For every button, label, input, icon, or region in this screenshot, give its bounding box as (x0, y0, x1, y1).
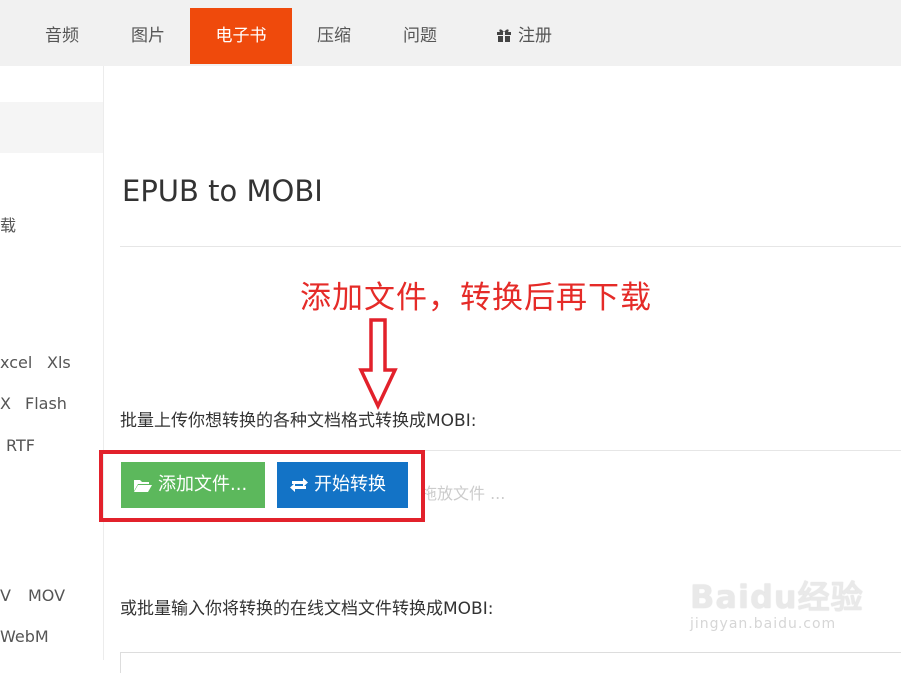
tab-register-label: 注册 (518, 26, 552, 46)
top-nav: 音频 图片 电子书 压缩 问题 注册 (0, 0, 901, 66)
sidebar-header (0, 102, 103, 153)
sidebar-item-xls[interactable]: Xls (47, 353, 71, 372)
tab-faq[interactable]: 问题 (382, 8, 458, 64)
tab-register[interactable]: 注册 (478, 8, 570, 64)
annotation-text: 添加文件，转换后再下载 (300, 280, 652, 316)
sidebar-item-download[interactable]: 载 (0, 212, 16, 236)
sidebar-item-flash[interactable]: Flash (25, 394, 67, 413)
upload-label: 批量上传你想转换的各种文档格式转换成MOBI: (120, 411, 477, 431)
drop-zone-hint[interactable]: 拖放文件 ... (421, 480, 505, 504)
divider (120, 246, 901, 247)
tab-image[interactable]: 图片 (110, 8, 186, 64)
sidebar-item-x[interactable]: X (0, 394, 11, 413)
sidebar-item-v[interactable]: V (0, 586, 11, 605)
url-input[interactable] (120, 652, 901, 673)
sidebar-item-rtf[interactable]: RTF (6, 436, 35, 455)
gift-icon (497, 29, 511, 42)
watermark-brand: Baidu经验 (690, 578, 864, 616)
annotation-highlight-box (99, 450, 425, 522)
sidebar-item-mov[interactable]: MOV (28, 586, 65, 605)
baidu-watermark: Baidu经验 jingyan.baidu.com (690, 566, 870, 640)
sidebar-item-excel[interactable]: xcel (0, 353, 32, 372)
url-input-label: 或批量输入你将转换的在线文档文件转换成MOBI: (120, 599, 494, 619)
tab-compress[interactable]: 压缩 (296, 8, 372, 64)
watermark-url: jingyan.baidu.com (690, 616, 837, 632)
page-title: EPUB to MOBI (122, 174, 323, 208)
tab-ebook[interactable]: 电子书 (190, 8, 292, 64)
sidebar-item-webm[interactable]: WebM (0, 627, 49, 646)
tab-audio[interactable]: 音频 (24, 8, 100, 64)
down-arrow-icon (358, 318, 398, 410)
sidebar: 载 xcel Xls X Flash RTF V MOV WebM (0, 66, 104, 660)
